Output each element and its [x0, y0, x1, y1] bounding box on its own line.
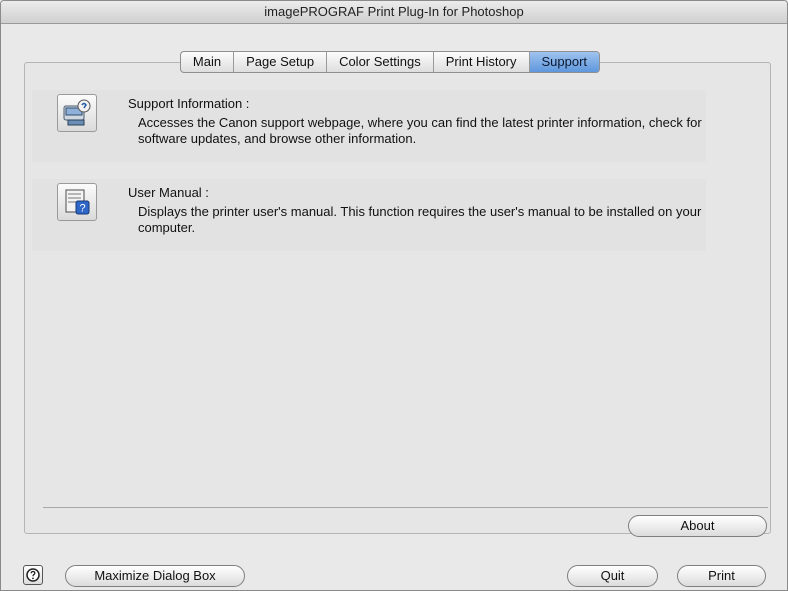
support-info-description: Accesses the Canon support webpage, wher… — [138, 115, 702, 146]
user-manual-icon: ? — [65, 189, 90, 215]
window-title: imagePROGRAF Print Plug-In for Photoshop — [1, 1, 787, 24]
support-information-section: Support Information : Accesses the Canon… — [32, 90, 706, 162]
user-manual-description: Displays the printer user's manual. This… — [138, 204, 702, 235]
svg-text:?: ? — [79, 203, 85, 215]
tab-print-history[interactable]: Print History — [432, 52, 529, 72]
support-info-title: Support Information : — [128, 96, 250, 111]
tab-support[interactable]: Support — [528, 52, 600, 72]
support-info-icon — [63, 99, 91, 126]
tab-main[interactable]: Main — [181, 52, 233, 72]
print-plugin-dialog: imagePROGRAF Print Plug-In for Photoshop… — [0, 0, 788, 591]
quit-button[interactable]: Quit — [567, 565, 658, 587]
divider — [43, 507, 768, 508]
user-manual-button[interactable]: ? — [57, 183, 97, 221]
print-button[interactable]: Print — [677, 565, 766, 587]
help-icon — [26, 568, 40, 582]
user-manual-section: ? User Manual : Displays the printer use… — [32, 179, 706, 251]
user-manual-title: User Manual : — [128, 185, 209, 200]
maximize-dialog-button[interactable]: Maximize Dialog Box — [65, 565, 245, 587]
tab-strip: Main Page Setup Color Settings Print His… — [1, 51, 787, 73]
tab-page-setup[interactable]: Page Setup — [233, 52, 326, 72]
about-button[interactable]: About — [628, 515, 767, 537]
help-button[interactable] — [23, 565, 43, 585]
support-info-button[interactable] — [57, 94, 97, 132]
tab-bar: Main Page Setup Color Settings Print His… — [179, 51, 601, 73]
tab-color-settings[interactable]: Color Settings — [326, 52, 433, 72]
